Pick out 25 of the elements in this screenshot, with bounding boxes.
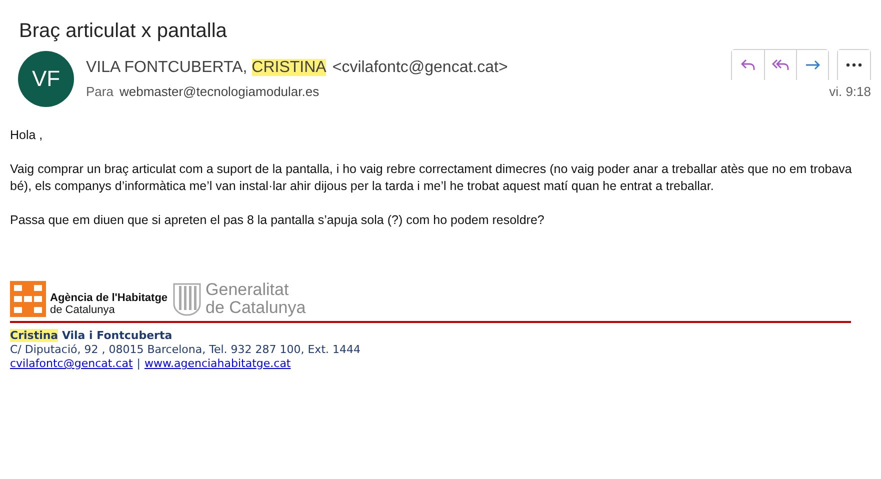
coat-of-arms-icon <box>172 282 202 316</box>
signature-name: Cristina Vila i Fontcuberta <box>10 329 174 342</box>
email-subject: Braç articulat x pantalla <box>18 20 228 43</box>
received-time: vi. 9:18 <box>829 84 871 99</box>
signature-address: C/ Diputació, 92 , 08015 Barcelona, Tel. 932 287 100, Ext. 1444 <box>10 343 362 356</box>
government-name: Generalitat <box>206 281 290 299</box>
recipient-email: webmaster@tecnologiamodular.es <box>119 84 320 99</box>
body-paragraph: Vaig comprar un braç articulat com a suport de la pantalla, i ho vaig rebre correctament dimecres (no vaig poder anar a treballar atès que no em trobava bé), els companys d’informàtica me’l van instal·lar ahir dijous per la tarda i me’l he trobat aquest matí quan he entrat a treballar. <box>10 161 853 195</box>
sender-email: <cvilafontc@gencat.cat> <box>332 59 508 77</box>
more-icon <box>846 63 862 67</box>
forward-icon <box>804 59 820 71</box>
reply-icon <box>740 58 756 72</box>
link-separator: | <box>136 357 140 370</box>
reply-all-icon <box>772 58 790 72</box>
agency-region: de Catalunya <box>50 304 116 316</box>
body-paragraph: Passa que em diuen que si apreten el pas 8 la pantalla s’apuja sola (?) com ho podem resoldre? <box>10 212 546 229</box>
forward-button[interactable] <box>796 50 828 80</box>
agency-name: Agència de l'Habitatge <box>50 292 168 304</box>
agency-logo-icon <box>10 281 46 317</box>
email-link[interactable]: cvilafontc@gencat.cat <box>10 357 133 370</box>
government-region: de Catalunya <box>206 299 306 317</box>
website-link[interactable]: www.agenciahabitatge.cat <box>144 357 291 370</box>
to-label: Para <box>86 84 114 99</box>
sender-avatar: VF <box>18 51 74 107</box>
body-paragraph: Hola , <box>10 127 44 144</box>
